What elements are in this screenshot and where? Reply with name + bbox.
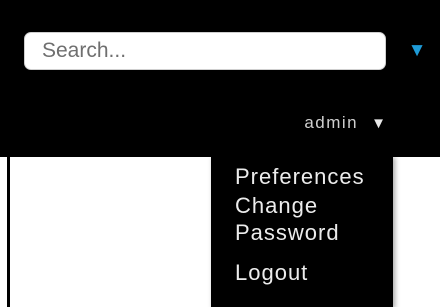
app-frame: ▼ admin ▼ Preferences Change Password Lo…	[0, 0, 440, 307]
user-dropdown-menu: Preferences Change Password Logout	[211, 155, 393, 307]
menu-item-label-line2: Password	[235, 220, 340, 245]
username-label: admin	[304, 113, 359, 132]
menu-item-change-password[interactable]: Change Password	[211, 192, 393, 246]
menu-item-logout[interactable]: Logout	[211, 259, 393, 286]
search-input[interactable]	[24, 32, 386, 70]
triangle-down-icon: ▼	[407, 40, 427, 61]
menu-item-label-line1: Change	[235, 193, 319, 218]
search-dropdown-toggle[interactable]: ▼	[405, 38, 429, 64]
menu-item-label: Logout	[235, 260, 309, 285]
menu-item-preferences[interactable]: Preferences	[211, 163, 393, 190]
user-menu-toggle[interactable]: admin ▼	[304, 110, 386, 136]
top-header-bar: ▼ admin ▼	[0, 0, 440, 157]
menu-item-label: Preferences	[235, 164, 365, 189]
caret-down-icon: ▼	[371, 114, 386, 132]
content-left-border	[7, 157, 10, 307]
